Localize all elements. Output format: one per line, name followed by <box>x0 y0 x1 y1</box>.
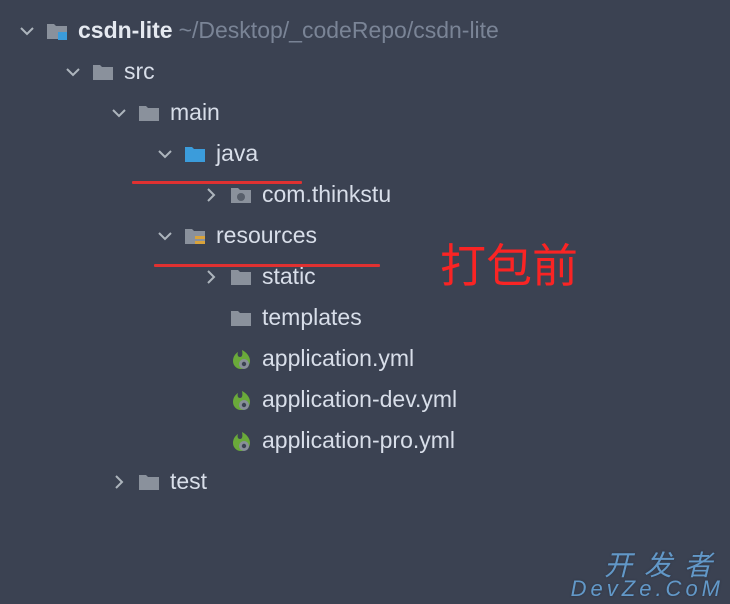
tree-row-project-root[interactable]: csdn-lite ~/Desktop/_codeRepo/csdn-lite <box>6 10 730 51</box>
chevron-down-icon[interactable] <box>62 61 84 83</box>
folder-icon <box>228 266 254 288</box>
tree-row-main[interactable]: main <box>6 92 730 133</box>
chevron-down-icon[interactable] <box>154 143 176 165</box>
folder-resources-icon <box>182 225 208 247</box>
file-label: application.yml <box>262 345 414 372</box>
folder-label: resources <box>216 222 317 249</box>
tree-row-static[interactable]: static <box>6 256 730 297</box>
project-name: csdn-lite <box>78 17 173 44</box>
folder-project-icon <box>44 20 70 42</box>
folder-label: templates <box>262 304 362 331</box>
tree-row-resources[interactable]: resources <box>6 215 730 256</box>
watermark-line2: DevZe.CoM <box>571 579 724 600</box>
tree-row-application-pro-yml[interactable]: application-pro.yml <box>6 420 730 461</box>
tree-row-src[interactable]: src <box>6 51 730 92</box>
tree-row-test[interactable]: test <box>6 461 730 502</box>
project-tree: csdn-lite ~/Desktop/_codeRepo/csdn-lite … <box>0 0 730 502</box>
chevron-right-icon[interactable] <box>200 266 222 288</box>
file-label: application-pro.yml <box>262 427 455 454</box>
spring-config-icon <box>228 348 254 370</box>
chevron-down-icon[interactable] <box>16 20 38 42</box>
tree-row-application-dev-yml[interactable]: application-dev.yml <box>6 379 730 420</box>
folder-icon <box>136 471 162 493</box>
folder-icon <box>228 307 254 329</box>
file-label: application-dev.yml <box>262 386 457 413</box>
tree-row-package[interactable]: com.thinkstu <box>6 174 730 215</box>
folder-package-icon <box>228 184 254 206</box>
annotation-text: 打包前 <box>440 230 578 296</box>
folder-java-icon <box>182 143 208 165</box>
chevron-right-icon[interactable] <box>108 471 130 493</box>
spring-config-icon <box>228 389 254 411</box>
folder-icon <box>136 102 162 124</box>
tree-row-templates[interactable]: templates <box>6 297 730 338</box>
folder-label: test <box>170 468 207 495</box>
project-path: ~/Desktop/_codeRepo/csdn-lite <box>179 17 499 44</box>
tree-row-application-yml[interactable]: application.yml <box>6 338 730 379</box>
chevron-down-icon[interactable] <box>154 225 176 247</box>
watermark: 开发者 DevZe.CoM <box>571 553 724 600</box>
folder-icon <box>90 61 116 83</box>
watermark-line1: 开发者 <box>571 553 724 580</box>
tree-row-java[interactable]: java <box>6 133 730 174</box>
folder-label: static <box>262 263 316 290</box>
folder-label: src <box>124 58 155 85</box>
chevron-down-icon[interactable] <box>108 102 130 124</box>
chevron-right-icon[interactable] <box>200 184 222 206</box>
spring-config-icon <box>228 430 254 452</box>
package-label: com.thinkstu <box>262 181 391 208</box>
folder-label: main <box>170 99 220 126</box>
folder-label: java <box>216 140 258 167</box>
